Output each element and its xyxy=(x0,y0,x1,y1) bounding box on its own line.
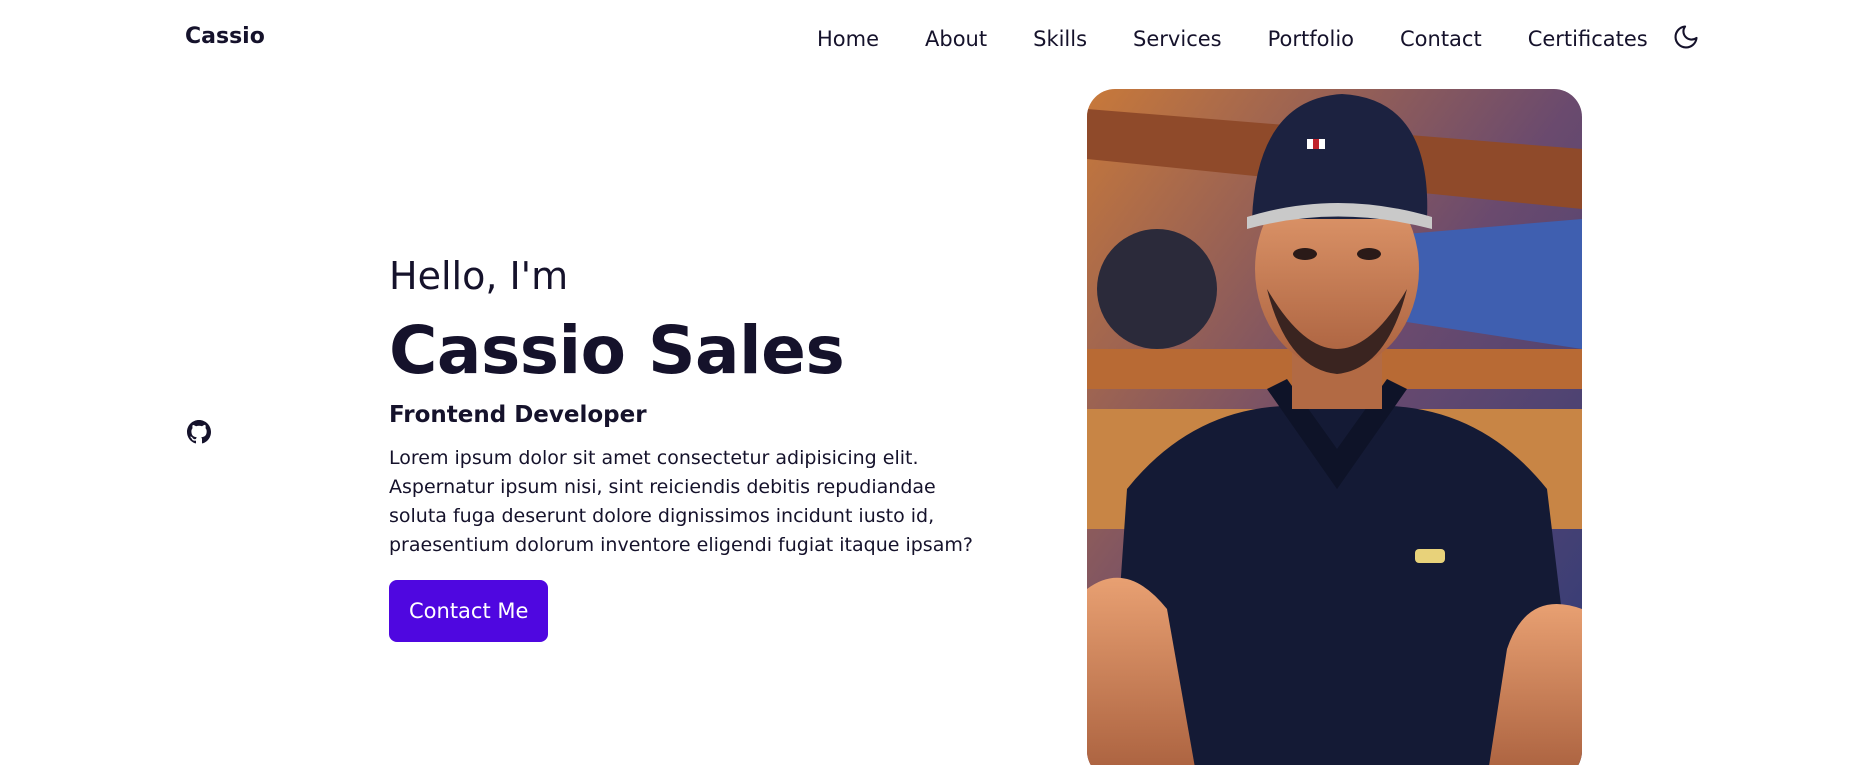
moon-icon[interactable] xyxy=(1672,23,1700,51)
hero-name: Cassio Sales xyxy=(389,312,845,389)
nav-contact[interactable]: Contact xyxy=(1400,26,1482,52)
nav-home[interactable]: Home xyxy=(817,26,879,52)
hero-greeting: Hello, I'm xyxy=(389,254,569,298)
nav-services[interactable]: Services xyxy=(1133,26,1222,52)
nav-certificates[interactable]: Certificates xyxy=(1528,26,1648,52)
page: Cassio Home About Skills Services Portfo… xyxy=(0,0,1852,765)
profile-photo xyxy=(1087,89,1582,765)
hero-section: Hello, I'm Cassio Sales Frontend Develop… xyxy=(389,252,1009,642)
brand-logo[interactable]: Cassio xyxy=(185,24,265,49)
hero-description: Lorem ipsum dolor sit amet consectetur a… xyxy=(389,447,973,556)
contact-me-button[interactable]: Contact Me xyxy=(389,580,549,642)
github-icon[interactable] xyxy=(187,420,211,444)
nav-skills[interactable]: Skills xyxy=(1033,26,1087,52)
nav-about[interactable]: About xyxy=(925,26,987,52)
main-nav: Home About Skills Services Portfolio Con… xyxy=(817,23,1700,52)
nav-portfolio[interactable]: Portfolio xyxy=(1268,26,1354,52)
hero-role: Frontend Developer xyxy=(389,402,647,428)
